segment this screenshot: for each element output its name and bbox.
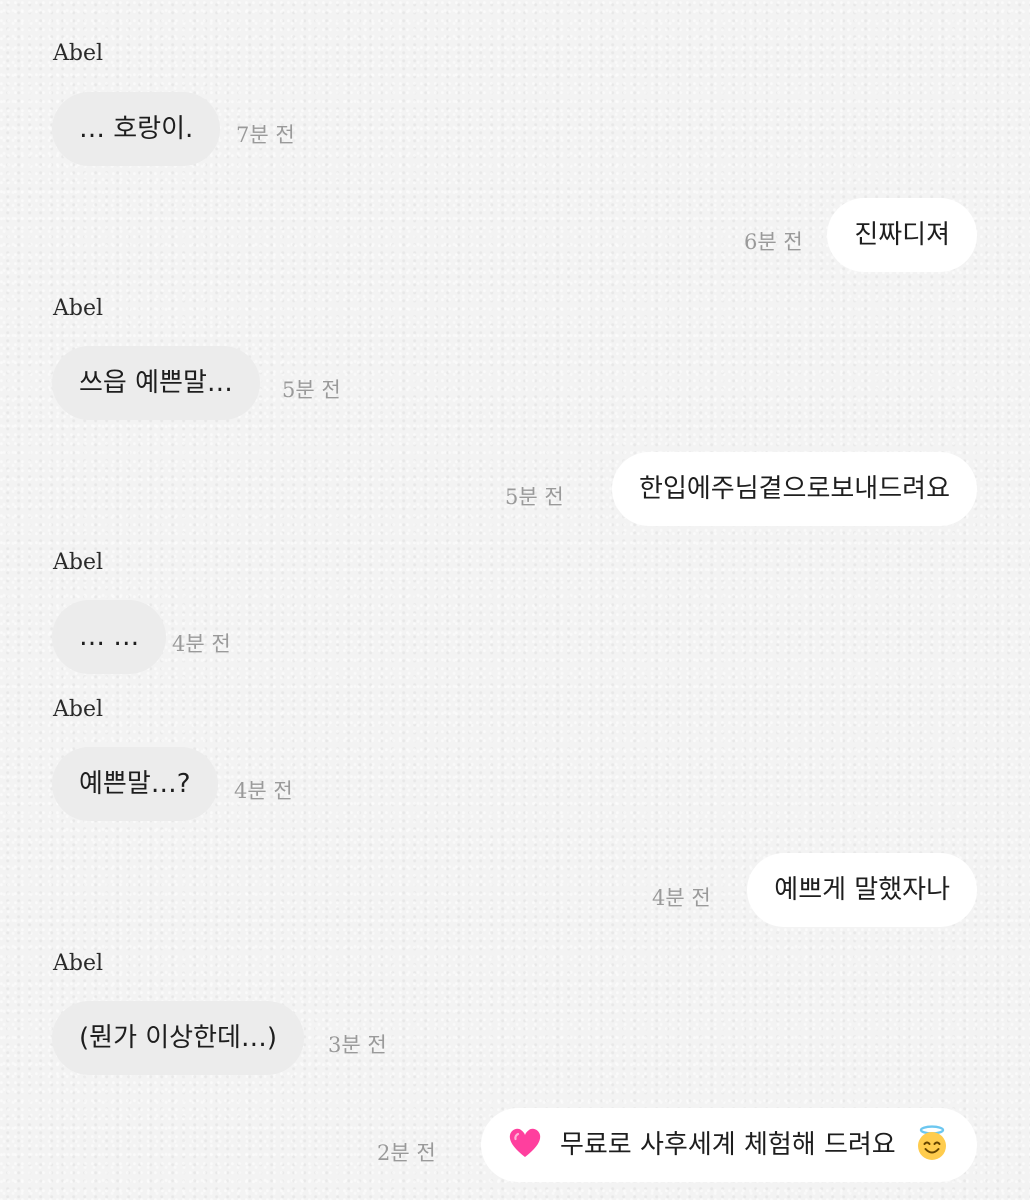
message-bubble-outgoing[interactable]: 무료로 사후세계 체험해 드려요 (480, 1108, 977, 1182)
message-bubble-incoming[interactable]: … 호랑이. (52, 92, 221, 166)
message-timestamp: 3분 전 (328, 1033, 387, 1057)
message-timestamp: 5분 전 (505, 485, 564, 509)
message-bubble-incoming[interactable]: … … (52, 600, 167, 674)
sender-name: Abel (53, 41, 104, 66)
growing-heart-icon (508, 1127, 542, 1159)
message-timestamp: 4분 전 (172, 632, 231, 656)
message-bubble-outgoing[interactable]: 예쁘게 말했자나 (747, 853, 977, 927)
message-bubble-incoming[interactable]: (뭔가 이상한데…) (52, 1001, 305, 1075)
message-timestamp: 2분 전 (377, 1141, 436, 1165)
sender-name: Abel (53, 550, 104, 575)
message-timestamp: 6분 전 (744, 230, 803, 254)
message-bubble-outgoing[interactable]: 진짜디져 (827, 198, 977, 272)
message-text: 무료로 사후세계 체험해 드려요 (559, 1130, 896, 1160)
smiling-face-with-halo-icon (914, 1124, 950, 1161)
message-timestamp: 5분 전 (282, 378, 341, 402)
sender-name: Abel (53, 951, 104, 976)
chat-thread: Abel … 호랑이. 7분 전 진짜디져 6분 전 Abel 쓰읍 예쁜말… … (0, 0, 1030, 1200)
message-timestamp: 4분 전 (652, 886, 711, 910)
message-bubble-incoming[interactable]: 쓰읍 예쁜말… (52, 346, 260, 420)
message-timestamp: 7분 전 (236, 123, 295, 147)
sender-name: Abel (53, 296, 104, 321)
message-bubble-incoming[interactable]: 예쁜말…? (52, 747, 218, 821)
message-bubble-outgoing[interactable]: 한입에주님곁으로보내드려요 (612, 452, 977, 526)
message-timestamp: 4분 전 (234, 779, 293, 803)
sender-name: Abel (53, 697, 104, 722)
